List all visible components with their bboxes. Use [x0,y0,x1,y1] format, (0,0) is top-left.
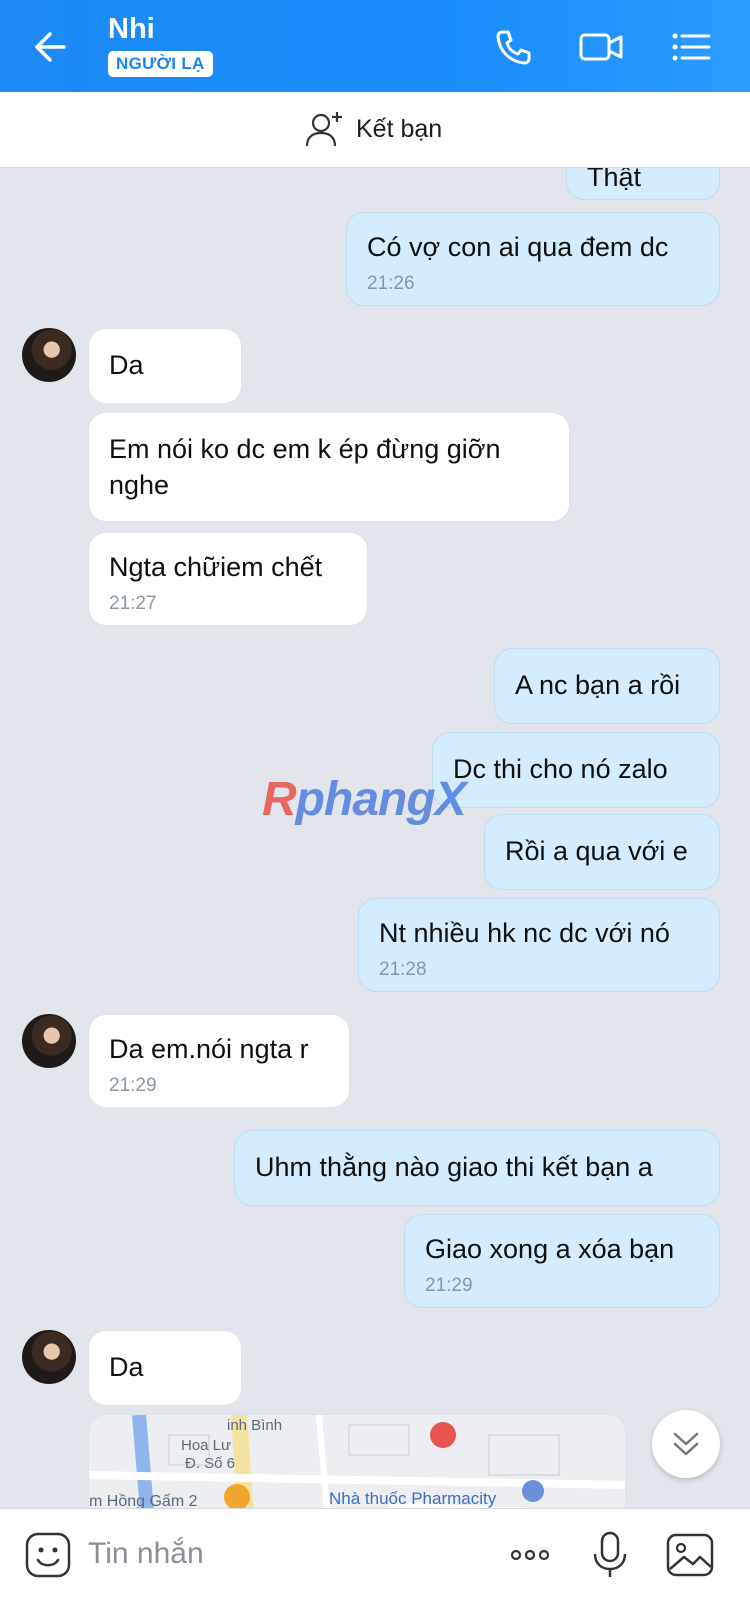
message-bubble-outgoing[interactable]: Có vợ con ai qua đem dc 21:26 [346,212,720,306]
message-text: Ngta chữiem chết [109,552,323,582]
message-text: Da [109,1352,144,1382]
message-time: 21:28 [379,959,427,980]
video-call-icon[interactable] [578,24,624,70]
message-text: Có vợ con ai qua đem dc [367,232,669,262]
message-bubble-incoming[interactable]: Em nói ko dc em k ép đừng giỡn nghe [88,412,570,522]
message-bubble-outgoing[interactable]: Giao xong a xóa bạn 21:29 [404,1214,720,1308]
message-text: Nt nhiều hk nc dc với nó [379,918,670,948]
message-bubble-outgoing[interactable]: Uhm thằng nào giao thi kết bạn a [234,1130,720,1206]
message-time: 21:27 [109,593,157,614]
message-bubble-outgoing[interactable]: A nc bạn a rồi [494,648,720,724]
message-text: Em nói ko dc em k ép đừng giỡn [109,434,501,464]
message-bubble-incoming[interactable]: Ngta chữiem chết 21:27 [88,532,368,626]
message-text: Uhm thằng nào giao thi kết bạn a [255,1152,653,1182]
message-input-bar: Tin nhắn [0,1508,750,1600]
map-label: m Hồng Gấm 2 [89,1493,198,1508]
contact-avatar[interactable] [22,1014,76,1068]
message-text: Giao xong a xóa bạn [425,1234,675,1264]
contact-avatar[interactable] [22,1330,76,1384]
message-text: A nc bạn a rồi [515,670,681,700]
message-text: Rồi a qua với e [505,836,688,866]
sticker-emoji-icon[interactable] [22,1529,74,1581]
message-time: 21:29 [425,1275,473,1296]
message-text: Da [109,350,144,380]
message-list[interactable]: Thật Có vợ con ai qua đem dc 21:26 Da Em… [0,168,750,1508]
chat-header: Nhi NGƯỜI LẠ [0,0,750,92]
message-time: 21:26 [367,273,415,294]
phone-icon[interactable] [490,24,536,70]
message-bubble-outgoing[interactable]: Nt nhiều hk nc dc với nó 21:28 [358,898,720,992]
message-bubble-outgoing[interactable]: Thật [566,168,720,200]
message-bubble-incoming[interactable]: Da [88,328,242,404]
message-text: nghe [109,470,170,500]
microphone-icon[interactable] [584,1529,636,1581]
back-arrow-icon[interactable] [28,24,74,70]
contact-avatar[interactable] [22,328,76,382]
watermark: RphangX [262,773,467,826]
double-chevron-down-icon [673,1432,699,1456]
more-options-icon[interactable] [504,1529,556,1581]
map-label: Nhà thuốc Pharmacity [329,1489,497,1508]
message-text: Da em.nói ngta r [109,1034,309,1064]
map-label: Đ. Số 6 [185,1455,236,1472]
message-time: 21:29 [109,1075,157,1096]
message-bubble-incoming[interactable]: Da em.nói ngta r 21:29 [88,1014,350,1108]
message-bubble-incoming[interactable]: Da [88,1330,242,1406]
contact-name[interactable]: Nhi [108,13,155,46]
message-text: Dc thi cho nó zalo [453,754,668,784]
map-label: inh Bình [227,1417,283,1434]
message-bubble-outgoing[interactable]: Rồi a qua với e [484,814,720,890]
add-friend-label: Kết bạn [356,114,443,143]
message-bubble-outgoing[interactable]: Dc thi cho nó zalo [432,732,720,808]
message-text: Thật [587,168,642,192]
add-friend-bar[interactable]: Kết bạn [0,92,750,168]
menu-list-icon[interactable] [668,24,714,70]
stranger-badge: NGƯỜI LẠ [108,51,213,77]
scroll-to-bottom-button[interactable] [652,1410,720,1478]
image-gallery-icon[interactable] [664,1529,716,1581]
map-label: Hoa Lư [181,1437,232,1454]
location-map-preview[interactable]: Hoa Lư Đ. Số 6 inh Bình m Hồng Gấm 2 Nhà… [88,1414,626,1508]
message-input[interactable]: Tin nhắn [88,1537,204,1571]
add-friend-icon [305,112,342,147]
